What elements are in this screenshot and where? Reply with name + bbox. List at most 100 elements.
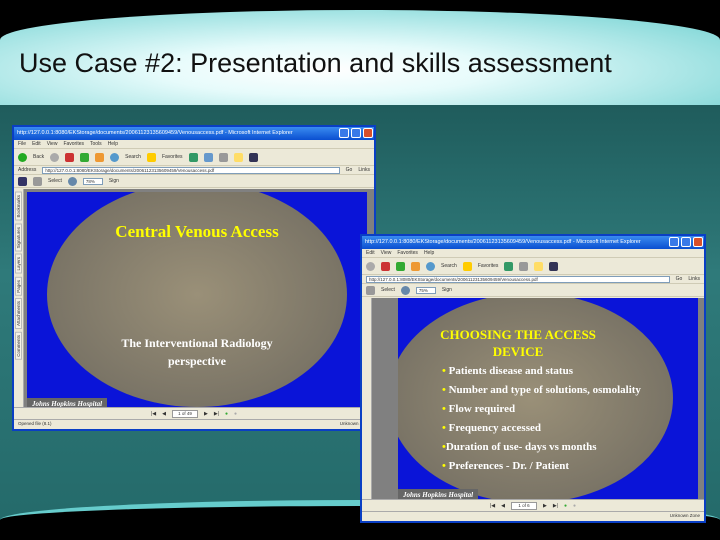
next-page-icon[interactable]: ▶ xyxy=(543,503,547,509)
select-tool[interactable]: Select xyxy=(48,178,62,184)
close-button[interactable] xyxy=(363,128,373,138)
page-number-input[interactable]: 1 of 6 xyxy=(510,501,537,510)
k-icon[interactable] xyxy=(549,261,559,271)
print-icon[interactable] xyxy=(519,261,529,271)
sign-button[interactable]: Sign xyxy=(442,287,452,293)
title-bar[interactable]: http://127.0.0.1:8080/EKStorage/document… xyxy=(362,236,704,249)
last-page-icon[interactable]: ▶| xyxy=(553,503,558,509)
history-icon[interactable] xyxy=(504,261,514,271)
heading-line-1: CHOOSING THE ACCESS xyxy=(440,327,596,342)
favorites-icon[interactable] xyxy=(146,152,156,162)
sidebar-tab-signatures[interactable]: Signatures xyxy=(15,223,22,252)
heading-line-2: DEVICE xyxy=(492,344,544,359)
go-forward-icon[interactable]: ● xyxy=(225,411,228,417)
menu-view[interactable]: View xyxy=(47,141,58,147)
folder-icon[interactable] xyxy=(534,261,544,271)
zoom-icon[interactable] xyxy=(67,176,77,186)
back-button[interactable]: Back xyxy=(33,154,44,160)
zoom-select[interactable]: 75% xyxy=(415,286,436,294)
menu-edit[interactable]: Edit xyxy=(32,141,41,147)
sidebar-tab-pages[interactable]: Pages xyxy=(15,276,22,296)
browser-window-2[interactable]: http://127.0.0.1:8080/EKStorage/document… xyxy=(360,234,706,523)
links-button[interactable]: Links xyxy=(358,167,370,173)
folder-icon[interactable] xyxy=(233,152,243,162)
address-label: Address xyxy=(18,167,37,173)
prev-page-icon[interactable]: ◀ xyxy=(162,411,166,417)
slide-heading: Central Venous Access xyxy=(115,222,279,241)
back-icon[interactable] xyxy=(18,152,27,162)
maximize-button[interactable] xyxy=(351,128,361,138)
menu-favorites[interactable]: Favorites xyxy=(63,141,84,147)
browser-window-1[interactable]: http://127.0.0.1:8080/EKStorage/document… xyxy=(12,125,376,431)
list-item: • Number and type of solutions, osmolali… xyxy=(442,384,641,396)
slide-title: Use Case #2: Presentation and skills ass… xyxy=(19,48,612,78)
home-icon[interactable] xyxy=(95,152,105,162)
favorites-button[interactable]: Favorites xyxy=(478,263,499,269)
list-item: • Preferences - Dr. / Patient xyxy=(442,460,570,472)
last-page-icon[interactable]: ▶| xyxy=(214,411,219,417)
title-bar[interactable]: http://127.0.0.1:8080/EKStorage/document… xyxy=(14,127,374,140)
address-input[interactable]: http://127.0.0.1:8080/EKStorage/document… xyxy=(42,166,340,174)
refresh-icon[interactable] xyxy=(80,152,90,162)
forward-icon[interactable] xyxy=(366,261,375,271)
list-item: • Flow required xyxy=(442,403,516,415)
close-button[interactable] xyxy=(693,237,703,247)
go-button[interactable]: Go xyxy=(676,276,683,282)
history-icon[interactable] xyxy=(188,152,198,162)
page-number-input[interactable]: 1 of 49 xyxy=(171,409,198,418)
menu-help[interactable]: Help xyxy=(424,250,434,256)
browser-toolbar: Search Favorites xyxy=(362,258,704,275)
list-item: • Frequency accessed xyxy=(442,422,541,434)
search-button[interactable]: Search xyxy=(441,263,457,269)
search-button[interactable]: Search xyxy=(125,154,141,160)
menu-view[interactable]: View xyxy=(381,250,392,256)
print-icon[interactable] xyxy=(366,285,375,295)
window-title: http://127.0.0.1:8080/EKStorage/document… xyxy=(365,239,641,245)
zoom-icon[interactable] xyxy=(400,285,410,295)
select-tool[interactable]: Select xyxy=(381,287,395,293)
links-button[interactable]: Links xyxy=(688,276,700,282)
menu-help[interactable]: Help xyxy=(108,141,118,147)
minimize-button[interactable] xyxy=(339,128,349,138)
menu-tools[interactable]: Tools xyxy=(90,141,102,147)
save-icon[interactable] xyxy=(18,176,27,186)
go-back-icon[interactable]: ● xyxy=(573,503,576,509)
sidebar-tab-attachments[interactable]: Attachments xyxy=(15,298,22,330)
address-input[interactable]: http://127.0.0.1:8080/EKStorage/document… xyxy=(366,275,670,283)
search-icon[interactable] xyxy=(110,152,120,162)
go-button[interactable]: Go xyxy=(346,167,353,173)
mail-icon[interactable] xyxy=(203,152,213,162)
forward-icon[interactable] xyxy=(50,152,60,162)
go-back-icon[interactable]: ● xyxy=(234,411,237,417)
search-icon[interactable] xyxy=(426,261,435,271)
home-icon[interactable] xyxy=(411,261,420,271)
page-navigation: |◀ ◀ 1 of 6 ▶ ▶| ● ● xyxy=(362,499,704,511)
pdf-toolbar: Select 78% Sign xyxy=(14,175,374,188)
sidebar-tab-layers[interactable]: Layers xyxy=(15,254,22,274)
favorites-button[interactable]: Favorites xyxy=(162,154,183,160)
prev-page-icon[interactable]: ◀ xyxy=(501,503,505,509)
browser-toolbar: Back Search Favorites xyxy=(14,149,374,166)
menu-favorites[interactable]: Favorites xyxy=(397,250,418,256)
refresh-icon[interactable] xyxy=(396,261,405,271)
sign-button[interactable]: Sign xyxy=(109,178,119,184)
first-page-icon[interactable]: |◀ xyxy=(490,503,495,509)
maximize-button[interactable] xyxy=(681,237,691,247)
first-page-icon[interactable]: |◀ xyxy=(151,411,156,417)
go-forward-icon[interactable]: ● xyxy=(564,503,567,509)
stop-icon[interactable] xyxy=(65,152,75,162)
zoom-select[interactable]: 78% xyxy=(82,177,103,185)
favorites-icon[interactable] xyxy=(462,261,472,271)
pdf-viewer: CHOOSING THE ACCESS DEVICE • Patients dis… xyxy=(362,298,704,521)
minimize-button[interactable] xyxy=(669,237,679,247)
menu-edit[interactable]: Edit xyxy=(366,250,375,256)
stop-icon[interactable] xyxy=(381,261,390,271)
print-icon[interactable] xyxy=(218,152,228,162)
next-page-icon[interactable]: ▶ xyxy=(204,411,208,417)
address-bar: http://127.0.0.1:8080/EKStorage/document… xyxy=(362,275,704,284)
k-icon[interactable] xyxy=(248,152,258,162)
print-icon[interactable] xyxy=(33,176,42,186)
sidebar-tab-bookmarks[interactable]: Bookmarks xyxy=(15,192,22,221)
sidebar-tab-comments[interactable]: Comments xyxy=(15,332,22,361)
menu-file[interactable]: File xyxy=(18,141,26,147)
